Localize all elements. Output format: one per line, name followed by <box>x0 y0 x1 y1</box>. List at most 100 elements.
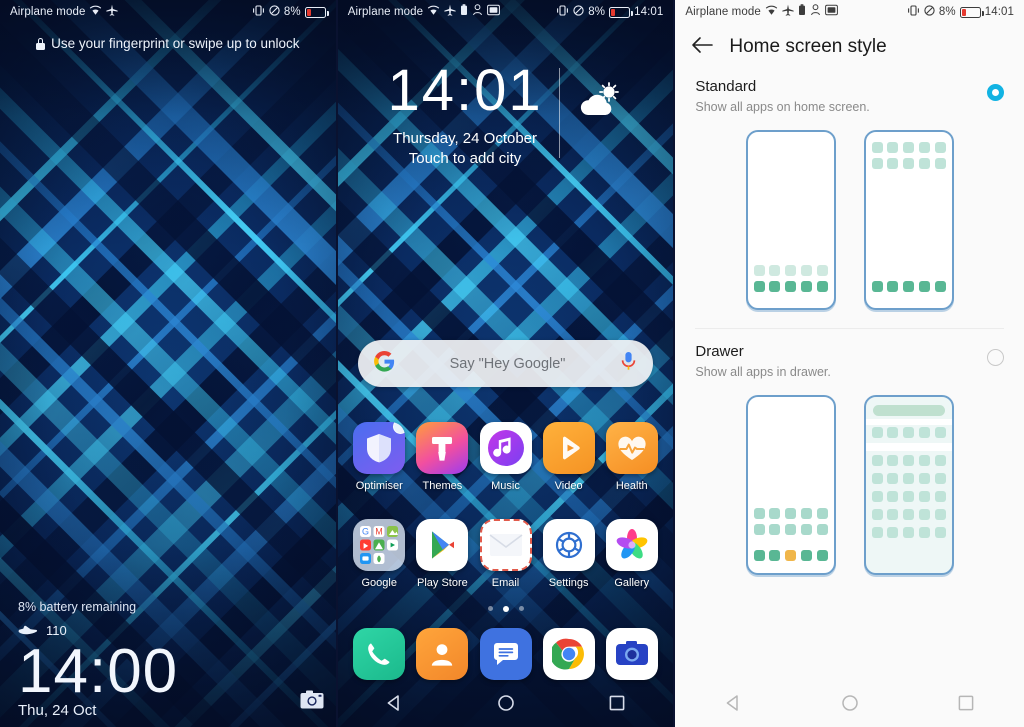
battery-low-icon <box>609 6 634 18</box>
google-folder-icon: G M <box>353 519 406 571</box>
page-title: Home screen style <box>729 36 887 57</box>
back-triangle-icon[interactable] <box>724 694 742 717</box>
step-count: 110 <box>46 622 67 638</box>
person-icon <box>472 4 483 20</box>
play-store-icon <box>416 519 469 571</box>
preview-drawer-home[interactable] <box>745 395 836 575</box>
battery-percent-label: 8% <box>938 6 956 18</box>
recents-square-icon[interactable] <box>608 694 626 717</box>
home-circle-icon[interactable] <box>841 694 859 717</box>
app-health[interactable]: Health <box>603 422 661 492</box>
back-arrow-icon[interactable] <box>691 36 714 59</box>
phone-icon <box>353 628 406 680</box>
dock-messages[interactable] <box>477 628 535 680</box>
chrome-icon <box>542 628 595 680</box>
status-bar-clock: 14:01 <box>984 6 1015 18</box>
radio-standard[interactable] <box>987 84 1005 101</box>
themes-icon <box>416 422 469 474</box>
battery-low-icon <box>304 6 329 18</box>
camera-icon[interactable] <box>300 690 324 709</box>
partly-cloudy-icon <box>576 82 624 127</box>
notification-badge <box>393 422 406 434</box>
back-triangle-icon[interactable] <box>385 694 403 717</box>
app-label: Music <box>491 480 520 492</box>
page-indicator <box>338 606 674 612</box>
gallery-icon <box>605 519 658 571</box>
clock-weather-widget[interactable]: 14:01 Thursday, 24 October Touch to add … <box>338 62 674 167</box>
widget-city-hint[interactable]: Touch to add city <box>387 150 542 167</box>
vibrate-icon <box>252 5 265 20</box>
search-input[interactable]: Say "Hey Google" <box>395 356 621 372</box>
unlock-hint-text: Use your fingerprint or swipe up to unlo… <box>51 36 300 51</box>
dock-contacts[interactable] <box>413 628 471 680</box>
battery-saver-icon <box>798 4 806 20</box>
app-label: Google <box>361 577 397 589</box>
screenshot-icon <box>487 4 501 20</box>
video-icon <box>542 422 595 474</box>
messages-icon <box>479 628 532 680</box>
do-not-disturb-icon <box>924 5 935 20</box>
home-circle-icon[interactable] <box>497 694 515 717</box>
step-counter: 110 <box>18 623 178 638</box>
app-label: Gallery <box>614 577 650 589</box>
shoe-icon <box>18 624 38 636</box>
app-email[interactable]: Email <box>477 519 535 589</box>
preview-standard-empty[interactable] <box>745 130 836 310</box>
option-standard-row[interactable]: Standard Show all apps on home screen. <box>675 70 1024 114</box>
app-video[interactable]: Video <box>540 422 598 492</box>
preview-drawer-list[interactable] <box>863 395 954 575</box>
widget-separator <box>558 68 560 158</box>
svg-text:M: M <box>376 526 384 536</box>
microphone-icon[interactable] <box>620 351 637 376</box>
page-dot-active[interactable] <box>502 606 509 612</box>
person-icon <box>810 4 821 20</box>
three-panel-screenshot: Airplane mode 8% Use your fingerprint or… <box>0 0 1024 727</box>
option-standard-title: Standard <box>695 78 757 95</box>
battery-percent-label: 8% <box>588 6 606 18</box>
google-search-bar[interactable]: Say "Hey Google" <box>357 340 654 387</box>
widget-date: Thursday, 24 October <box>393 130 538 147</box>
contacts-icon <box>416 628 469 680</box>
email-icon <box>479 519 532 571</box>
wifi-icon <box>765 5 778 20</box>
app-google-folder[interactable]: G M Google <box>350 519 408 589</box>
page-dot[interactable] <box>487 606 493 611</box>
app-music[interactable]: Music <box>477 422 535 492</box>
home-status-bar: Airplane mode 8% 14:01 <box>338 0 674 24</box>
app-label: Settings <box>548 577 589 589</box>
app-gallery[interactable]: Gallery <box>603 519 661 589</box>
home-screen-style-settings-panel: Airplane mode 8% 14:01 Home screen style… <box>675 0 1024 727</box>
page-dot[interactable] <box>518 606 524 611</box>
settings-nav-bar <box>675 683 1024 727</box>
dock-camera[interactable] <box>603 628 661 680</box>
option-standard[interactable]: Standard Show all apps on home screen. <box>675 70 1024 310</box>
radio-drawer[interactable] <box>987 349 1005 366</box>
preview-standard-filled[interactable] <box>863 130 954 310</box>
preview-search-bar <box>872 405 945 416</box>
camera-app-icon <box>605 628 658 680</box>
vibrate-icon <box>556 5 569 20</box>
dock-chrome[interactable] <box>540 628 598 680</box>
app-label: Themes <box>422 480 463 492</box>
dock-phone[interactable] <box>350 628 408 680</box>
option-standard-description: Show all apps on home screen. <box>695 100 870 114</box>
music-icon <box>479 422 532 474</box>
app-play-store[interactable]: Play Store <box>413 519 471 589</box>
recents-square-icon[interactable] <box>957 694 975 717</box>
dock <box>338 628 674 680</box>
airplane-mode-label: Airplane mode <box>10 6 86 18</box>
option-drawer-row[interactable]: Drawer Show all apps in drawer. <box>675 329 1024 379</box>
app-optimiser[interactable]: Optimiser <box>350 422 408 492</box>
option-drawer[interactable]: Drawer Show all apps in drawer. <box>675 329 1024 575</box>
drawer-previews <box>675 395 1024 575</box>
app-themes[interactable]: Themes <box>413 422 471 492</box>
health-icon <box>605 422 658 474</box>
do-not-disturb-icon <box>573 5 584 20</box>
svg-text:G: G <box>362 526 369 536</box>
battery-saver-icon <box>460 4 468 20</box>
lock-icon <box>36 37 46 50</box>
battery-percent-label: 8% <box>283 6 301 18</box>
app-settings[interactable]: Settings <box>540 519 598 589</box>
battery-low-icon <box>959 6 984 18</box>
airplane-icon <box>782 4 794 20</box>
